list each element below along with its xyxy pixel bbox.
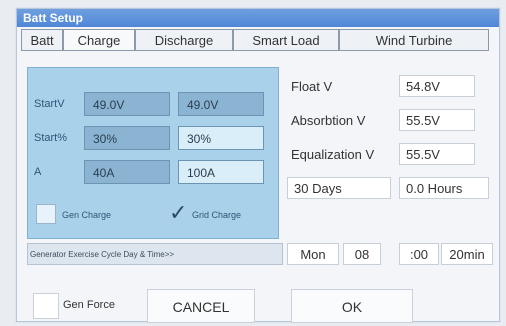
equalization-hours-field[interactable]: 0.0 Hours bbox=[399, 177, 489, 199]
checkmark-icon: ✓ bbox=[169, 200, 188, 225]
absorption-v-field[interactable]: 55.5V bbox=[399, 109, 475, 131]
gen-force-checkbox[interactable] bbox=[33, 293, 59, 319]
generator-day-field[interactable]: Mon bbox=[287, 243, 339, 265]
equalization-days-field[interactable]: 30 Days bbox=[287, 177, 391, 199]
amps-label: A bbox=[34, 166, 42, 178]
float-v-field[interactable]: 54.8V bbox=[399, 75, 475, 97]
tab-charge[interactable]: Charge bbox=[63, 29, 135, 51]
tab-batt[interactable]: Batt bbox=[21, 29, 63, 51]
grid-charge-checkbox[interactable]: ✓ bbox=[168, 200, 188, 225]
gen-force-label: Gen Force bbox=[63, 299, 115, 311]
startpercent-gen-field[interactable]: 30% bbox=[84, 126, 170, 150]
charge-source-panel: StartV 49.0V 49.0V Start% 30% 30% A 40A … bbox=[27, 67, 279, 239]
startv-gen-field[interactable]: 49.0V bbox=[84, 92, 170, 116]
gen-charge-label: Gen Charge bbox=[62, 210, 112, 220]
amps-grid-field[interactable]: 100A bbox=[178, 160, 264, 184]
generator-minute-field[interactable]: :00 bbox=[399, 243, 439, 265]
tab-bar: Batt Charge Discharge Smart Load Wind Tu… bbox=[21, 29, 497, 51]
generator-hour-field[interactable]: 08 bbox=[343, 243, 381, 265]
amps-gen-field[interactable]: 40A bbox=[84, 160, 170, 184]
generator-exercise-label: Generator Exercise Cycle Day & Time>> bbox=[27, 243, 283, 265]
gen-charge-checkbox[interactable] bbox=[36, 204, 56, 224]
startpercent-label: Start% bbox=[34, 132, 68, 144]
startpercent-grid-field[interactable]: 30% bbox=[178, 126, 264, 150]
equalization-v-label: Equalization V bbox=[291, 147, 375, 162]
startv-label: StartV bbox=[34, 98, 65, 110]
cancel-button[interactable]: CANCEL bbox=[147, 289, 255, 323]
startv-grid-field[interactable]: 49.0V bbox=[178, 92, 264, 116]
grid-charge-label: Grid Charge bbox=[192, 210, 242, 220]
float-v-label: Float V bbox=[291, 79, 333, 94]
equalization-v-field[interactable]: 55.5V bbox=[399, 143, 475, 165]
absorption-v-label: Absorbtion V bbox=[291, 113, 366, 128]
batt-setup-window: Batt Setup Batt Charge Discharge Smart L… bbox=[16, 8, 500, 323]
window-title: Batt Setup bbox=[17, 9, 499, 27]
tab-discharge[interactable]: Discharge bbox=[135, 29, 233, 51]
ok-button[interactable]: OK bbox=[291, 289, 413, 323]
charge-tab-content: StartV 49.0V 49.0V Start% 30% 30% A 40A … bbox=[23, 53, 499, 323]
tab-wind-turbine[interactable]: Wind Turbine bbox=[339, 29, 489, 51]
tab-smart-load[interactable]: Smart Load bbox=[233, 29, 339, 51]
generator-duration-field[interactable]: 20min bbox=[441, 243, 493, 265]
